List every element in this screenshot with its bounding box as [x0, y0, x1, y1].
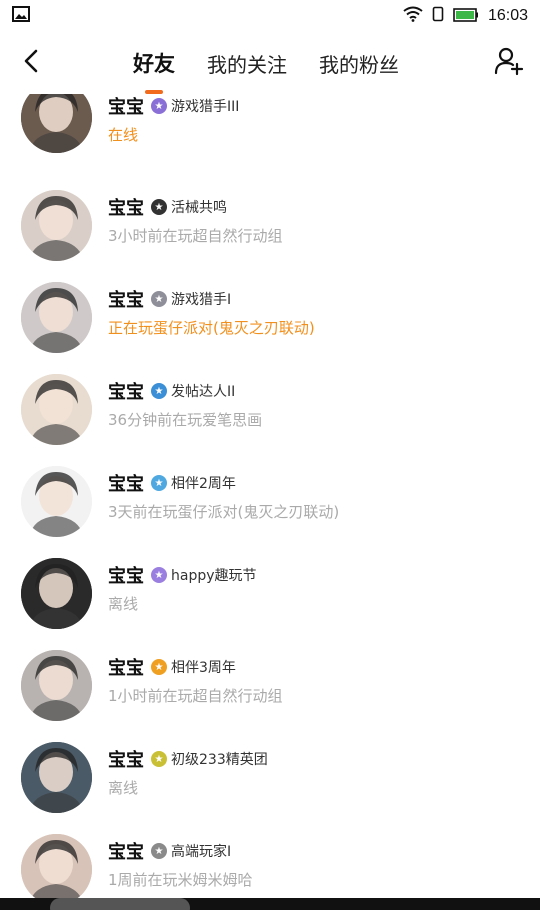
sim-icon [432, 6, 444, 26]
badge-label: 游戏猎手III [171, 99, 240, 115]
medal-icon: ★ [151, 659, 167, 675]
friend-list: 宝宝 ★ 游戏猎手III 在线 宝宝 ★ 活械共鸣 3小时前在玩超自然行动组 宝宝 ★ 游戏猎手I 正… [0, 94, 540, 898]
title-badge: ★ 游戏猎手III [151, 96, 239, 116]
avatar[interactable] [21, 834, 92, 898]
title-badge: ★ 发帖达人II [151, 381, 235, 401]
title-badge: ★ 初级233精英团 [151, 749, 268, 769]
badge-label: 高端玩家I [171, 844, 232, 860]
avatar[interactable] [21, 558, 92, 629]
friend-status: 1小时前在玩超自然行动组 [108, 687, 283, 705]
friend-status: 离线 [108, 779, 139, 797]
tab-following[interactable]: 我的关注 [207, 49, 287, 78]
tab-bar: 好友 我的关注 我的粉丝 [133, 32, 431, 94]
back-button[interactable] [14, 46, 48, 80]
title-badge: ★ 游戏猎手I [151, 289, 231, 309]
badge-label: happy趣玩节 [171, 568, 257, 584]
avatar[interactable] [21, 190, 92, 261]
badge-label: 活械共鸣 [171, 200, 227, 216]
friend-row[interactable]: 宝宝 ★ 游戏猎手III 在线 [0, 94, 540, 185]
friend-row[interactable]: 宝宝 ★ happy趣玩节 离线 [0, 553, 540, 645]
friend-row[interactable]: 宝宝 ★ 相伴3周年 1小时前在玩超自然行动组 [0, 645, 540, 737]
friend-name: 宝宝 [108, 750, 144, 771]
friend-name: 宝宝 [108, 198, 144, 219]
friend-status: 36分钟前在玩爱笔思画 [108, 411, 263, 429]
friend-status: 3天前在玩蛋仔派对(鬼灭之刃联动) [108, 503, 340, 521]
badge-label: 相伴3周年 [171, 660, 236, 676]
status-bar: 16:03 [0, 0, 540, 32]
tab-followers[interactable]: 我的粉丝 [319, 49, 399, 78]
medal-icon: ★ [151, 751, 167, 767]
tab-indicator [145, 90, 163, 94]
title-badge: ★ happy趣玩节 [151, 565, 257, 585]
friend-row[interactable]: 宝宝 ★ 活械共鸣 3小时前在玩超自然行动组 [0, 185, 540, 277]
avatar[interactable] [21, 742, 92, 813]
friend-name: 宝宝 [108, 382, 144, 403]
badge-label: 发帖达人II [171, 384, 236, 400]
badge-label: 初级233精英团 [171, 752, 268, 768]
friend-status: 3小时前在玩超自然行动组 [108, 227, 283, 245]
home-indicator[interactable] [50, 898, 190, 910]
avatar[interactable] [21, 466, 92, 537]
friend-row[interactable]: 宝宝 ★ 发帖达人II 36分钟前在玩爱笔思画 [0, 369, 540, 461]
badge-label: 相伴2周年 [171, 476, 236, 492]
avatar[interactable] [21, 282, 92, 353]
medal-icon: ★ [151, 567, 167, 583]
medal-icon: ★ [151, 199, 167, 215]
friend-status: 离线 [108, 595, 139, 613]
friend-name: 宝宝 [108, 97, 144, 118]
medal-icon: ★ [151, 475, 167, 491]
battery-icon [453, 7, 479, 26]
tab-friends[interactable]: 好友 [133, 48, 175, 78]
title-badge: ★ 高端玩家I [151, 841, 231, 861]
friend-name: 宝宝 [108, 566, 144, 587]
medal-icon: ★ [151, 291, 167, 307]
badge-label: 游戏猎手I [171, 292, 232, 308]
clock: 16:03 [487, 7, 528, 24]
friend-name: 宝宝 [108, 474, 144, 495]
friend-row[interactable]: 宝宝 ★ 初级233精英团 离线 [0, 737, 540, 829]
wifi-icon [403, 6, 423, 26]
chevron-left-icon [21, 48, 41, 78]
friend-name: 宝宝 [108, 842, 144, 863]
medal-icon: ★ [151, 98, 167, 114]
friend-status: 正在玩蛋仔派对(鬼灭之刃联动) [108, 319, 315, 337]
friend-row[interactable]: 宝宝 ★ 相伴2周年 3天前在玩蛋仔派对(鬼灭之刃联动) [0, 461, 540, 553]
friend-name: 宝宝 [108, 658, 144, 679]
avatar[interactable] [21, 650, 92, 721]
friend-name: 宝宝 [108, 290, 144, 311]
title-badge: ★ 活械共鸣 [151, 197, 227, 217]
friend-row[interactable]: 宝宝 ★ 游戏猎手I 正在玩蛋仔派对(鬼灭之刃联动) [0, 277, 540, 369]
friend-status: 在线 [108, 126, 139, 144]
avatar[interactable] [21, 94, 92, 153]
title-badge: ★ 相伴2周年 [151, 473, 236, 493]
friend-status: 1周前在玩米姆米姆哈 [108, 871, 253, 889]
nav-bar: 好友 我的关注 我的粉丝 [0, 32, 540, 94]
friend-row[interactable]: 宝宝 ★ 高端玩家I 1周前在玩米姆米姆哈 [0, 829, 540, 898]
medal-icon: ★ [151, 843, 167, 859]
avatar[interactable] [21, 374, 92, 445]
title-badge: ★ 相伴3周年 [151, 657, 236, 677]
image-icon [12, 6, 30, 26]
friends-page: 16:03 好友 我的关注 我的粉丝 宝宝 ★ 游戏猎手III 在线 宝宝 ★ … [0, 0, 540, 910]
medal-icon: ★ [151, 383, 167, 399]
add-friend-button[interactable] [492, 46, 526, 80]
add-user-icon [494, 46, 524, 80]
